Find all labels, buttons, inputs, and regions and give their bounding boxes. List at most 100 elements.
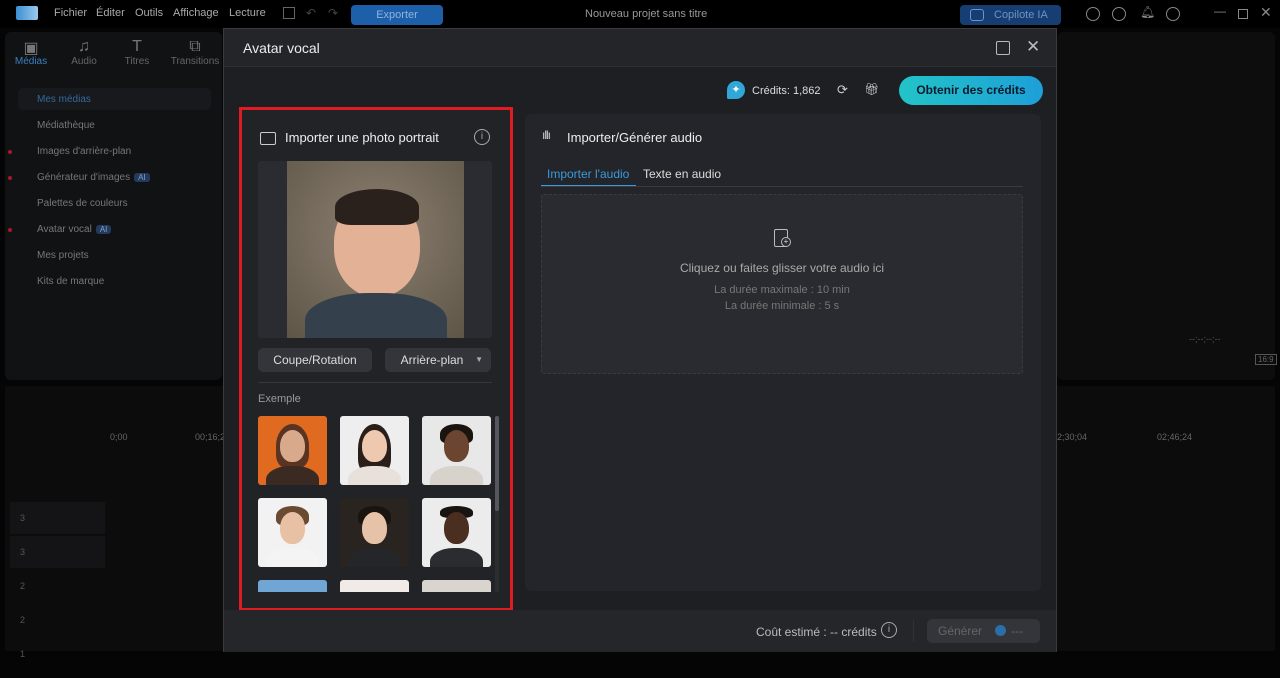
bell-icon[interactable]: 🔔︎ xyxy=(1140,5,1155,19)
get-credits-button[interactable]: Obtenir des crédits xyxy=(899,76,1043,105)
audio-panel: ıllı Importer/Générer audio Importer l'a… xyxy=(525,114,1041,591)
credits-icon: ✦ xyxy=(727,81,745,99)
example-thumb[interactable] xyxy=(258,498,327,567)
dialog-title: Avatar vocal xyxy=(243,40,320,56)
portrait-photo xyxy=(287,161,464,338)
menu-lecture[interactable]: Lecture xyxy=(229,7,266,19)
export-button[interactable]: Exporter xyxy=(351,5,443,25)
close-icon[interactable]: ✕ xyxy=(1026,37,1040,57)
example-thumb[interactable] xyxy=(340,580,409,592)
sidebar-item-avatar-vocal[interactable]: Avatar vocal AI xyxy=(37,224,112,235)
track-number: 3 xyxy=(20,547,26,557)
audio-drop-zone[interactable]: + Cliquez ou faites glisser votre audio … xyxy=(541,194,1023,374)
timeline-tick: 0;00 xyxy=(110,432,128,442)
examples-scrollbar[interactable] xyxy=(495,416,499,592)
account-icon[interactable] xyxy=(1166,7,1180,21)
background-dropdown[interactable]: Arrière-plan ▼ xyxy=(385,348,491,372)
min-duration: La durée minimale : 5 s xyxy=(724,300,840,312)
new-dot xyxy=(8,228,12,232)
ai-badge: AI xyxy=(95,225,112,234)
tab-titres[interactable]: T Titres xyxy=(112,38,162,67)
sidebar-item-palettes[interactable]: Palettes de couleurs xyxy=(37,198,128,209)
track-header: 3 xyxy=(10,536,105,568)
example-thumb[interactable] xyxy=(422,498,491,567)
sidebar-item-mes-medias[interactable]: Mes médias xyxy=(37,94,91,105)
sidebar-item-mes-projets[interactable]: Mes projets xyxy=(37,250,89,261)
timeline-tick: 00;16;2 xyxy=(195,432,226,442)
title-icon: T xyxy=(132,38,142,55)
aspect-ratio-button[interactable]: 16:9 xyxy=(1255,354,1277,365)
tab-medias[interactable]: ▣ Médias xyxy=(6,38,56,67)
tab-label: Médias xyxy=(14,56,48,67)
tab-text-to-audio[interactable]: Texte en audio xyxy=(643,167,721,181)
example-thumb[interactable] xyxy=(340,498,409,567)
tab-audio[interactable]: ♫ Audio xyxy=(59,38,109,67)
audio-title: Importer/Générer audio xyxy=(567,130,703,145)
minimize-icon[interactable]: — xyxy=(1214,4,1226,18)
track-number: 1 xyxy=(20,649,26,659)
portrait-icon xyxy=(260,132,276,145)
gift-icon[interactable]: 🎁︎ xyxy=(864,82,879,96)
tab-label: Audio xyxy=(71,56,97,67)
help-icon[interactable] xyxy=(1112,7,1126,21)
refresh-icon[interactable]: ⟳ xyxy=(837,82,848,98)
tab-label: Titres xyxy=(124,56,150,67)
max-duration: La durée maximale : 10 min xyxy=(714,284,850,296)
example-thumb[interactable] xyxy=(422,416,491,485)
credits-count: Crédits: 1,862 xyxy=(752,85,821,97)
music-icon: ♫ xyxy=(78,38,90,55)
example-thumb[interactable] xyxy=(258,416,327,485)
cost-info-icon[interactable]: i xyxy=(881,622,897,638)
example-thumb[interactable] xyxy=(340,416,409,485)
media-icon: ▣ xyxy=(23,40,39,57)
robot-icon xyxy=(970,9,984,21)
example-grid xyxy=(258,416,492,592)
maximize-icon[interactable] xyxy=(996,41,1010,55)
save-icon[interactable] xyxy=(283,7,295,19)
app-title-bar: Fichier Éditer Outils Affichage Lecture … xyxy=(0,0,1280,28)
credits-icon xyxy=(995,625,1006,636)
menu-outils[interactable]: Outils xyxy=(135,7,163,19)
undo-icon[interactable]: ↶ xyxy=(306,6,316,20)
timeline-tick: 2;30;04 xyxy=(1057,432,1088,442)
sidebar-item-label: Générateur d'images xyxy=(37,172,131,183)
audio-file-add-icon: + xyxy=(774,229,791,247)
tab-import-audio[interactable]: Importer l'audio xyxy=(547,167,629,181)
avatar-vocal-dialog: Avatar vocal ✕ ✦ Crédits: 1,862 ⟳ 🎁︎ Obt… xyxy=(223,28,1057,652)
example-thumb[interactable] xyxy=(258,580,327,592)
settings-icon[interactable] xyxy=(1086,7,1100,21)
generate-cost: --- xyxy=(1011,624,1023,638)
waveform-icon: ıllı xyxy=(542,128,551,142)
portrait-preview[interactable] xyxy=(258,161,492,338)
chevron-down-icon: ▼ xyxy=(475,355,483,364)
menu-affichage[interactable]: Affichage xyxy=(173,7,219,19)
redo-icon[interactable]: ↷ xyxy=(328,6,338,20)
info-icon[interactable]: i xyxy=(474,129,490,145)
close-app-icon[interactable]: ✕ xyxy=(1260,4,1272,21)
sidebar-item-images-arriere-plan[interactable]: Images d'arrière-plan xyxy=(37,146,131,157)
dialog-footer: Coût estimé : -- crédits i Générer --- xyxy=(224,610,1056,652)
menu-fichier[interactable]: Fichier xyxy=(54,7,87,19)
sidebar-item-kits-marque[interactable]: Kits de marque xyxy=(37,276,104,287)
track-header: 1 xyxy=(10,638,105,670)
generate-button[interactable]: Générer --- xyxy=(927,619,1040,643)
sidebar-item-mediatheque[interactable]: Médiathèque xyxy=(37,120,95,131)
sidebar-item-label: Avatar vocal xyxy=(37,224,92,235)
restore-icon[interactable] xyxy=(1238,9,1248,19)
track-header: 3 xyxy=(10,502,105,534)
sidebar-item-generateur-images[interactable]: Générateur d'images AI xyxy=(37,172,150,183)
example-thumb[interactable] xyxy=(422,580,491,592)
project-title: Nouveau projet sans titre xyxy=(585,8,708,20)
crop-rotate-button[interactable]: Coupe/Rotation xyxy=(258,348,372,372)
track-number: 2 xyxy=(20,615,26,625)
tab-transitions[interactable]: ⧉ Transitions xyxy=(170,38,220,67)
copilot-button[interactable]: Copilote IA xyxy=(960,5,1061,25)
estimated-cost: Coût estimé : -- crédits xyxy=(756,625,877,639)
example-label: Exemple xyxy=(258,393,301,405)
timecode: --;--;--;-- xyxy=(1189,334,1221,344)
transition-icon: ⧉ xyxy=(189,38,201,55)
portrait-panel: Importer une photo portrait i Coupe/Rota… xyxy=(239,107,513,611)
track-header: 2 xyxy=(10,570,105,602)
divider xyxy=(258,382,492,383)
menu-editer[interactable]: Éditer xyxy=(96,7,125,19)
